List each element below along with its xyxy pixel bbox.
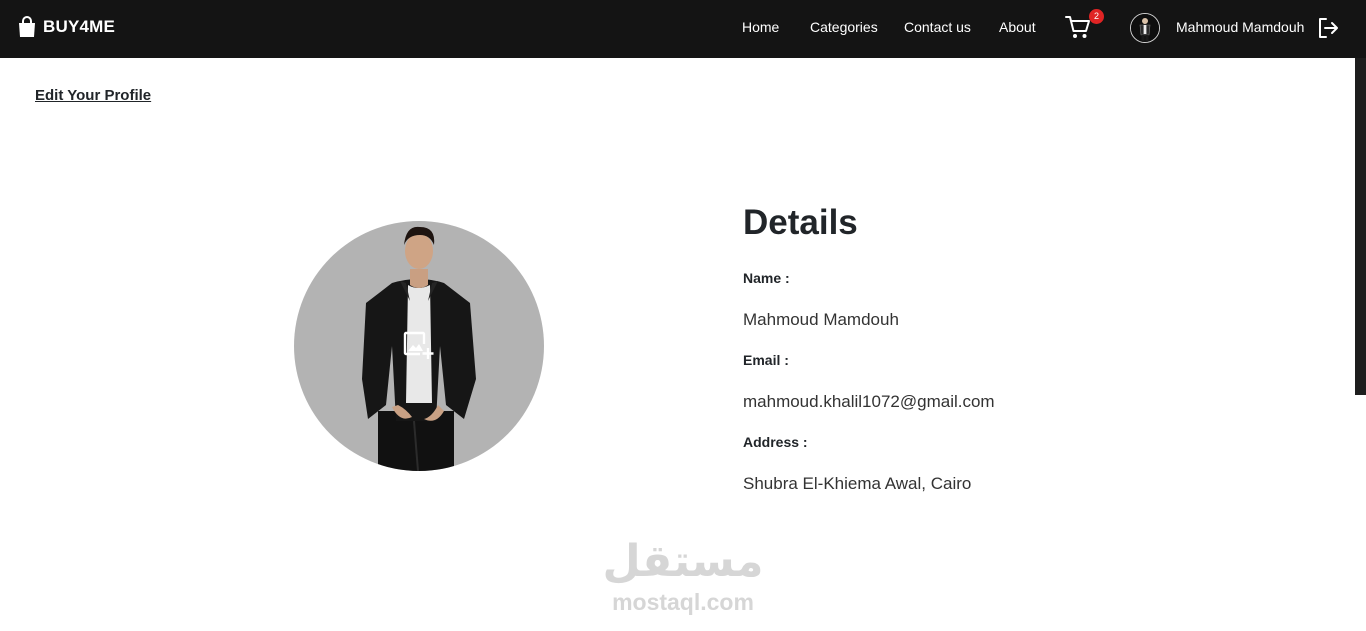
name-label: Name : — [743, 270, 790, 286]
email-value: mahmoud.khalil1072@gmail.com — [743, 392, 995, 411]
nav-username[interactable]: Mahmoud Mamdouh — [1176, 19, 1304, 35]
watermark: مستقل mostaql.com — [600, 538, 766, 616]
nav-about-link[interactable]: About — [999, 19, 1036, 35]
watermark-latin: mostaql.com — [612, 589, 754, 615]
address-value: Shubra El-Khiema Awal, Cairo — [743, 474, 972, 493]
cart-icon — [1065, 16, 1090, 38]
cart-button[interactable] — [1065, 14, 1091, 40]
address-label: Address : — [743, 434, 808, 450]
details-heading: Details — [743, 203, 858, 242]
navbar: BUY4ME Home Categories Contact us About … — [0, 0, 1366, 58]
nav-contact-link[interactable]: Contact us — [904, 19, 971, 35]
profile-photo[interactable] — [294, 221, 544, 471]
edit-profile-link[interactable]: Edit Your Profile — [35, 87, 151, 104]
watermark-arabic: مستقل — [602, 536, 764, 587]
name-value: Mahmoud Mamdouh — [743, 310, 899, 329]
email-label: Email : — [743, 352, 789, 368]
brand-logo[interactable]: BUY4ME — [18, 16, 115, 38]
avatar-image — [1131, 14, 1159, 42]
page-scrollbar[interactable] — [1355, 58, 1366, 395]
cart-count-badge: 2 — [1089, 9, 1104, 24]
nav-categories-link[interactable]: Categories — [810, 19, 878, 35]
add-photo-icon[interactable] — [403, 331, 435, 361]
shopping-bag-icon — [19, 16, 35, 37]
logout-button[interactable] — [1317, 17, 1339, 39]
nav-home-link[interactable]: Home — [742, 19, 779, 35]
user-avatar[interactable] — [1130, 13, 1160, 43]
logout-icon — [1319, 18, 1338, 38]
brand-name: BUY4ME — [43, 17, 116, 36]
